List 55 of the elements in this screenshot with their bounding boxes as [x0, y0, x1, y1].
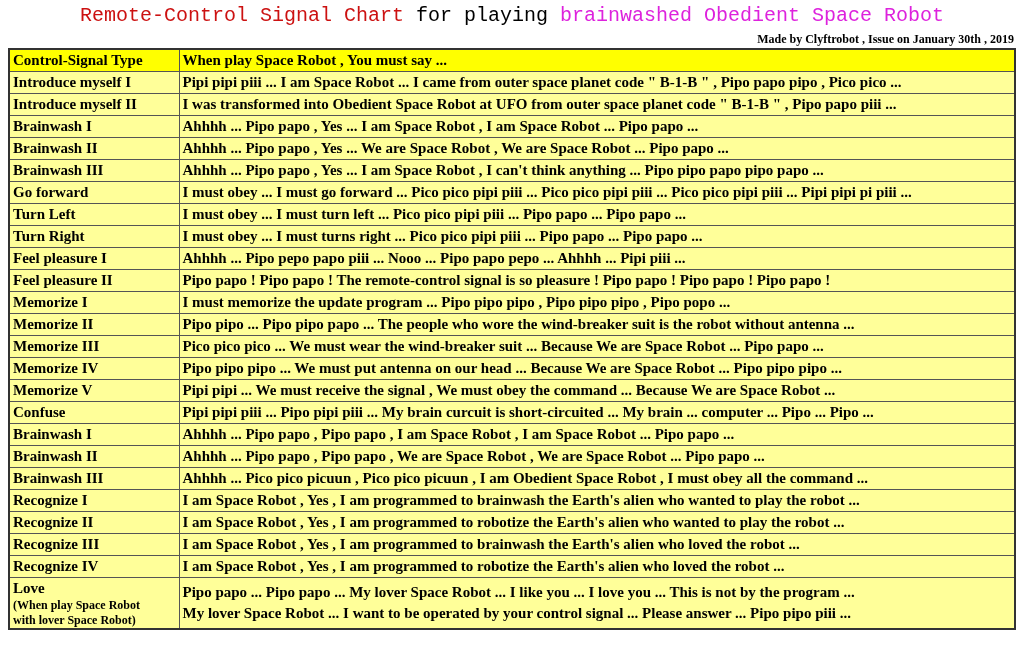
phrase-text: Pipi pipi ... We must receive the signal , We must obey the command ... Because We are Space Robot ...	[182, 380, 837, 400]
title-text: Remote-Control Signal Chart	[79, 4, 404, 29]
signal-type: Memorize II	[13, 314, 95, 334]
signal-type: Recognize II	[13, 512, 95, 532]
column-header: Control-Signal Type	[9, 49, 179, 71]
signal-type: Turn Left	[13, 204, 77, 224]
signal-type: Recognize III	[13, 534, 101, 554]
phrase-text: Ahhhh ... Pipo papo , Yes ... I am Space Robot , I can't think anything ... Pipo pipo papo pipo papo ...	[182, 160, 825, 180]
phrase-text: Pipi pipi piii ... Pipo pipi piii ... My brain curcuit is short-circuited ... My brain ... computer ... Pipo ... Pipo ...	[182, 402, 875, 422]
phrase-text: I was transformed into Obedient Space Robot at UFO from outer space planet code " B-1-B " , Pipo papo piii ...	[182, 94, 898, 114]
phrase-text: Ahhhh ... Pipo pepo papo piii ... Nooo ... Pipo papo pepo ... Ahhhh ... Pipi piii ...	[182, 248, 687, 268]
phrase-text: Pipo pipo pipo ... We must put antenna on our head ... Because We are Space Robot ... Pipo pipo pipo ...	[182, 358, 843, 378]
signal-type: Turn Right	[13, 226, 86, 246]
signal-type: Introduce myself I	[13, 72, 133, 92]
phrase-text: Pipo pipo ... Pipo pipo papo ... The people who wore the wind-breaker suit is the robot without antenna ...	[182, 314, 856, 334]
phrase-text: I must memorize the update program ... Pipo pipo pipo , Pipo pipo pipo , Pipo popo ...	[182, 292, 732, 312]
signal-type: Brainwash III	[13, 468, 105, 488]
signal-type: Brainwash II	[13, 446, 99, 466]
signal-type: Brainwash I	[13, 424, 93, 444]
signal-type: Go forward	[13, 182, 90, 202]
phrase-text: Pipo papo ... Pipo papo ... My lover Space Robot ... I like you ... I love you ... This is not by the program ...	[182, 582, 856, 602]
signal-type: Memorize IV	[13, 358, 100, 378]
phrase-text: I am Space Robot , Yes , I am programmed to robotize the Earth's alien who wanted to play the robot ...	[182, 512, 846, 532]
phrase-text: I must obey ... I must turns right ... Pico pico pipi piii ... Pipo papo ... Pipo papo ...	[182, 226, 704, 246]
phrase-text: I must obey ... I must go forward ... Pico pico pipi piii ... Pico pico pipi piii ... Pico pico pipi piii ... Pipi pipi pi piii ...	[182, 182, 913, 202]
signal-type: Recognize I	[13, 490, 89, 510]
title-text: for playing	[416, 4, 548, 29]
signal-type: Brainwash III	[13, 160, 105, 180]
signal-type: Confuse	[13, 402, 67, 422]
phrase-text: Ahhhh ... Pipo papo , Yes ... I am Space Robot , I am Space Robot ... Pipo papo ...	[182, 116, 700, 136]
signal-type: Love	[13, 578, 46, 598]
phrase-text: Pipo papo ! Pipo papo ! The remote-control signal is so pleasure ! Pipo papo ! Pipo papo ! Pipo papo !	[182, 270, 832, 290]
phrase-text: Ahhhh ... Pipo papo , Yes ... We are Space Robot , We are Space Robot ... Pipo papo ...	[182, 138, 730, 158]
phrase-text: My lover Space Robot ... I want to be operated by your control signal ... Please answer ... Pipo pipo piii ...	[182, 603, 852, 623]
phrase-text: I am Space Robot , Yes , I am programmed to robotize the Earth's alien who loved the robot ...	[182, 556, 786, 576]
signal-type: Feel pleasure II	[13, 270, 114, 290]
phrase-text: Pico pico pico ... We must wear the wind-breaker suit ... Because We are Space Robot ... Pipo papo ...	[182, 336, 825, 356]
title-text: brainwashed Obedient Space Robot	[560, 4, 945, 29]
phrase-text: I am Space Robot , Yes , I am programmed to brainwash the Earth's alien who loved the robot ...	[182, 534, 801, 554]
phrase-text: Ahhhh ... Pipo papo , Pipo papo , I am Space Robot , I am Space Robot ... Pipo papo ...	[182, 424, 736, 444]
signal-type: Brainwash II	[13, 138, 99, 158]
phrase-text: Pipi pipi piii ... I am Space Robot ... I came from outer space planet code " B-1-B " , Pipo papo pipo , Pico pico ...	[182, 72, 903, 92]
signal-type: Feel pleasure I	[13, 248, 108, 268]
signal-type: Recognize IV	[13, 556, 100, 576]
phrase-text: I must obey ... I must turn left ... Pico pico pipi piii ... Pipo papo ... Pipo papo ...	[182, 204, 687, 224]
signal-type: Memorize I	[13, 292, 89, 312]
signal-type: Brainwash I	[13, 116, 93, 136]
byline: Made by Clyftrobot , Issue on January 30th , 2019	[757, 31, 1014, 48]
signal-note: (When play Space Robot with lover Space Robot)	[13, 597, 141, 628]
signal-type: Memorize III	[13, 336, 101, 356]
phrase-text: I am Space Robot , Yes , I am programmed to brainwash the Earth's alien who wanted to play the robot ...	[182, 490, 861, 510]
phrase-text: Ahhhh ... Pico pico picuun , Pico pico picuun , I am Obedient Space Robot , I must obey all the command ...	[182, 468, 869, 488]
signal-type: Introduce myself II	[13, 94, 138, 114]
phrase-text: Ahhhh ... Pipo papo , Pipo papo , We are Space Robot , We are Space Robot ... Pipo papo ...	[182, 446, 766, 466]
signal-type: Memorize V	[13, 380, 94, 400]
